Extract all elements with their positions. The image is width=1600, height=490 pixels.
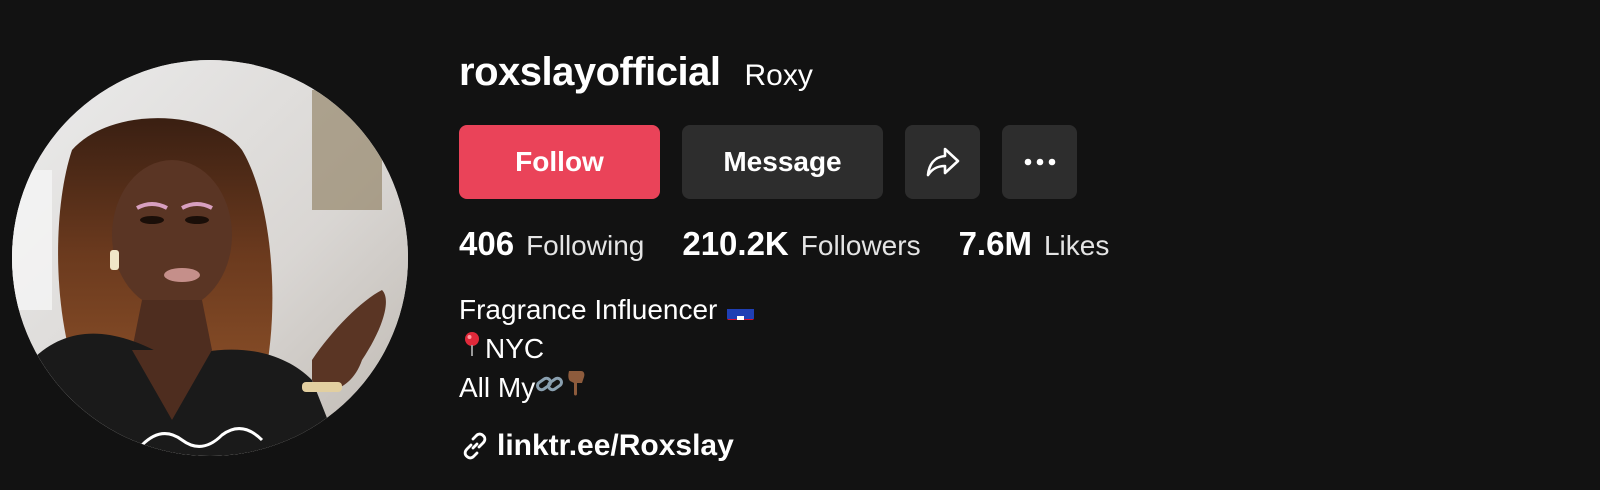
stat-followers[interactable]: 210.2K Followers — [682, 225, 920, 263]
profile-page: roxslayofficial Roxy Follow Message 406 … — [0, 0, 1600, 490]
likes-label: Likes — [1043, 230, 1110, 261]
more-dots-icon — [1024, 158, 1055, 166]
username: roxslayofficial — [459, 50, 721, 94]
share-arrow-icon — [926, 147, 959, 177]
stat-following[interactable]: 406 Following — [459, 225, 644, 263]
bio-text-1: Fragrance Influencer — [459, 294, 718, 325]
bio-line-3: All My — [459, 368, 754, 407]
link-icon — [463, 432, 487, 460]
more-options-button[interactable] — [1002, 125, 1077, 199]
bio-text-2: NYC — [485, 333, 545, 364]
nickname: Roxy — [744, 59, 813, 92]
profile-link[interactable]: linktr.ee/Roxslay — [461, 429, 734, 463]
link-emoji-icon — [535, 368, 565, 407]
bio-line-1: Fragrance Influencer — [459, 290, 755, 329]
bio-line-2: NYC — [459, 329, 754, 368]
followers-label: Followers — [800, 230, 921, 261]
share-button[interactable] — [905, 125, 980, 199]
message-button[interactable]: Message — [682, 125, 883, 199]
profile-avatar[interactable] — [12, 60, 408, 456]
profile-info: roxslayofficial Roxy Follow Message 406 … — [459, 50, 1109, 462]
haiti-flag-icon — [727, 300, 755, 320]
profile-stats: 406 Following 210.2K Followers 7.6M Like… — [459, 225, 1147, 263]
bio-text-3: All My — [459, 372, 536, 403]
profile-bio: Fragrance Influencer NYC All My — [459, 290, 755, 407]
followers-count: 210.2K — [682, 225, 789, 262]
following-count: 406 — [459, 225, 515, 262]
pointing-down-icon — [565, 368, 587, 407]
action-buttons: Follow Message — [459, 125, 1077, 199]
stat-likes: 7.6M Likes — [959, 225, 1110, 263]
profile-link-text: linktr.ee/Roxslay — [497, 429, 734, 462]
follow-button[interactable]: Follow — [459, 125, 660, 199]
name-row: roxslayofficial Roxy — [459, 50, 813, 102]
likes-count: 7.6M — [958, 225, 1032, 262]
pushpin-icon — [459, 329, 485, 368]
following-label: Following — [526, 230, 645, 261]
avatar-photo-icon — [12, 60, 408, 456]
